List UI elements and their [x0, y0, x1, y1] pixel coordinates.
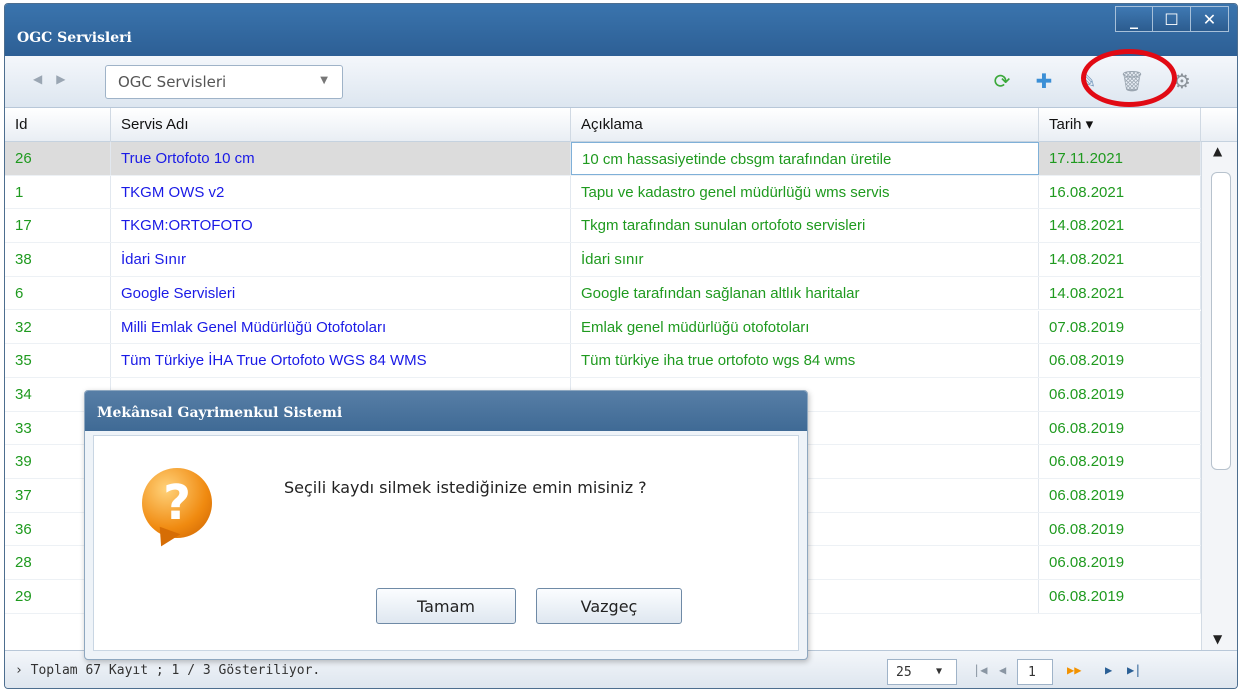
question-icon: ?: [142, 468, 212, 538]
modal-overlay: Mekânsal Gayrimenkul Sistemi ? Seçili ka…: [0, 0, 1242, 691]
dialog-title[interactable]: Mekânsal Gayrimenkul Sistemi: [85, 391, 807, 431]
confirm-dialog: Mekânsal Gayrimenkul Sistemi ? Seçili ka…: [84, 390, 808, 660]
dialog-body: ? Seçili kaydı silmek istediğinize emin …: [93, 435, 799, 651]
cancel-button[interactable]: Vazgeç: [536, 588, 682, 624]
dialog-message: Seçili kaydı silmek istediğinize emin mi…: [284, 478, 647, 497]
ok-button[interactable]: Tamam: [376, 588, 516, 624]
